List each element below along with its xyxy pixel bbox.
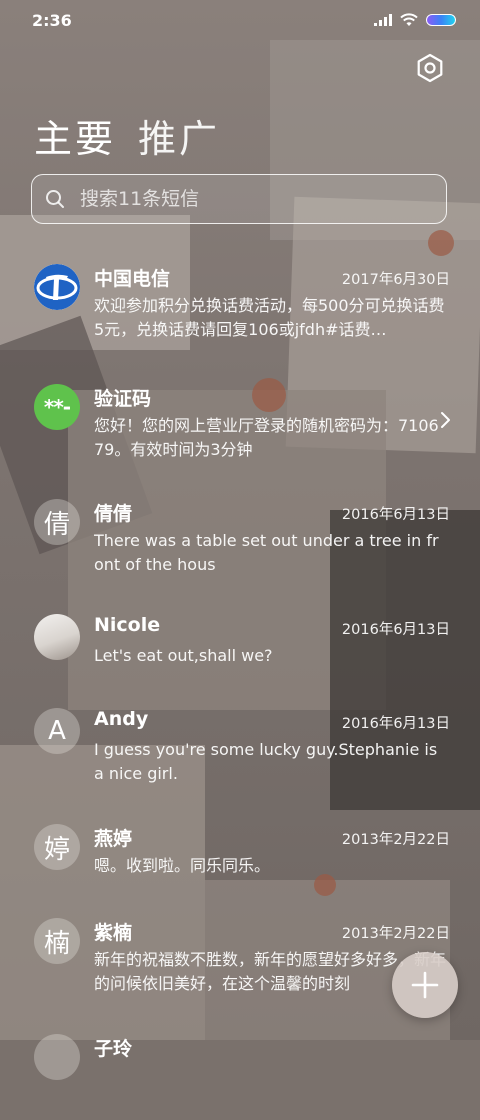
conversation-date: 2013年2月22日 [341,926,450,942]
conversation-item[interactable]: 倩 倩倩 2016年6月13日 There was a table set ou… [0,485,480,585]
conversation-item[interactable]: 子玲 [0,1020,480,1120]
conversation-date: 2016年6月13日 [341,507,450,523]
signal-icon [374,14,392,26]
compose-button[interactable] [392,952,458,1018]
conversation-name: 中国电信 [94,268,171,290]
contact-avatar: 婷 [34,824,80,870]
category-tabs: 主要 推广 [34,108,220,163]
conversation-preview: 您好！您的网上营业厅登录的随机密码为：710679。有效时间为3分钟 [94,416,439,459]
conversation-name: 燕婷 [94,828,133,850]
conversation-date: 2017年6月30日 [341,272,450,288]
conversation-name: 紫楠 [94,922,133,944]
chevron-right-icon[interactable] [436,408,454,432]
conversation-item[interactable]: 中国电信 2017年6月30日 欢迎参加积分兑换话费活动，每500分可兑换话费5… [0,250,480,350]
china-telecom-logo-avatar [34,264,80,310]
battery-icon [426,14,456,26]
plus-icon [411,971,439,999]
conversation-date: 2013年2月22日 [341,832,450,848]
conversation-name: 倩倩 [94,503,133,525]
gear-icon[interactable] [414,52,446,84]
conversation-name: Andy [94,708,149,730]
conversation-item[interactable]: A Andy 2016年6月13日 I guess you're some lu… [0,694,480,794]
status-time: 2:36 [32,11,72,30]
contact-avatar: A [34,708,80,754]
conversation-preview: 嗯。收到啦。同乐同乐。 [94,856,271,875]
conversation-name: Nicole [94,614,161,636]
status-bar: 2:36 [0,0,480,40]
wifi-icon [400,13,418,26]
contact-avatar: 倩 [34,499,80,545]
conversation-name: 验证码 [94,388,152,410]
conversation-preview: There was a table set out under a tree i… [94,531,439,574]
conversation-date: 2016年6月13日 [341,716,450,732]
telecom-logo-icon [34,264,80,310]
conversation-preview: Let's eat out,shall we? [94,646,273,665]
conversation-item[interactable]: 婷 燕婷 2013年2月22日 嗯。收到啦。同乐同乐。 [0,810,480,910]
search-icon [46,190,64,208]
status-icons [374,13,456,27]
search-input[interactable] [78,187,402,211]
tab-promotions[interactable]: 推广 [138,108,220,163]
contact-avatar: 楠 [34,918,80,964]
conversation-preview: 欢迎参加积分兑换话费活动，每500分可兑换话费5元，兑换话费请回复106或jfd… [94,296,445,339]
conversation-preview: I guess you're some lucky guy.Stephanie … [94,740,438,783]
conversation-item[interactable]: Nicole 2016年6月13日 Let's eat out,shall we… [0,600,480,700]
conversation-item[interactable]: **- 验证码 您好！您的网上营业厅登录的随机密码为：710679。有效时间为3… [0,370,480,470]
contact-avatar [34,1034,80,1080]
conversation-date: 2016年6月13日 [341,622,450,638]
conversation-name: 子玲 [94,1038,133,1060]
search-bar[interactable] [31,174,447,224]
tab-primary[interactable]: 主要 [34,108,116,163]
contact-photo-avatar [34,614,80,660]
verification-code-avatar: **- [34,384,80,430]
